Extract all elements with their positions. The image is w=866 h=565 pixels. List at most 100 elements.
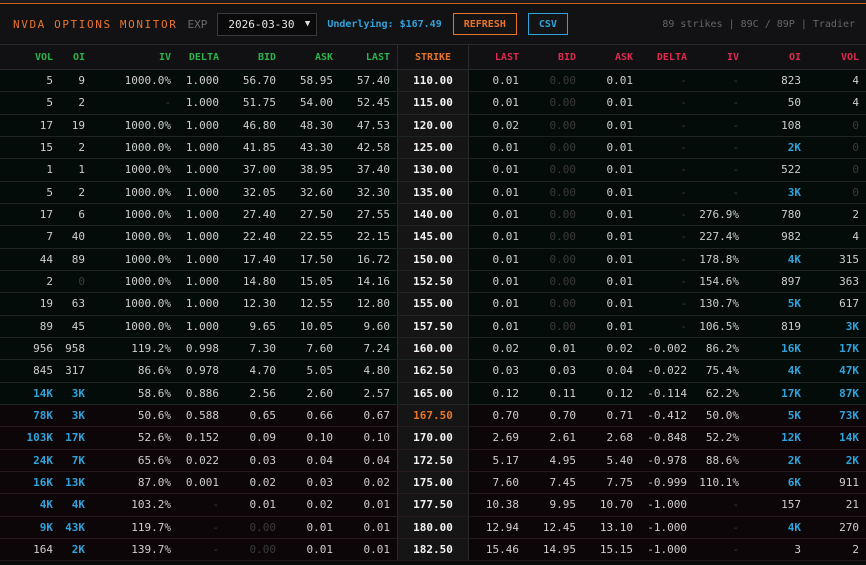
put-vol-cell: 363: [839, 275, 859, 289]
strike-cell: 125.00: [397, 136, 469, 159]
call-header-oi[interactable]: OI: [60, 45, 92, 69]
put-bid-cell: 0.00: [549, 319, 577, 333]
strike-cell: 120.00: [397, 114, 469, 136]
put-iv-cell: -: [732, 185, 739, 199]
table-row[interactable]: 845 317 86.6% 0.978 4.70 5.05 4.80 162.50 0.03 0.…: [0, 360, 866, 383]
table-row[interactable]: 1 1 1000.0% 1.000 37.00 38.95 37.40 130.00 0.01 0…: [0, 159, 866, 182]
put-header-delta[interactable]: DELTA: [640, 45, 694, 69]
options-chain-table: 5 9 1000.0% 1.000 56.70 58.95 57.40 110.00 0.01 0…: [0, 70, 866, 562]
call-ask-cell: 38.95: [299, 163, 333, 177]
table-row[interactable]: 103K 17K 52.6% 0.152 0.09 0.10 0.10 170.00 2.69 2…: [0, 427, 866, 450]
put-vol-cell: 0: [852, 118, 859, 132]
put-bid-cell: 14.95: [542, 543, 576, 557]
call-delta-cell: 0.886: [185, 386, 219, 400]
call-vol-cell: 19: [39, 297, 53, 311]
put-ask-cell: 0.12: [606, 386, 634, 400]
put-oi-cell: 780: [781, 208, 801, 222]
table-row[interactable]: 44 89 1000.0% 1.000 17.40 17.50 16.72 150.00 0.0…: [0, 248, 866, 271]
call-oi-cell: 9: [78, 74, 85, 88]
call-bid-cell: 2.56: [249, 386, 277, 400]
put-ask-cell: 5.40: [606, 453, 634, 467]
put-oi-cell: 50: [787, 96, 801, 110]
put-bid-cell: 7.45: [549, 476, 577, 490]
expiry-label: EXP: [187, 17, 208, 31]
call-iv-cell: 1000.0%: [124, 163, 171, 177]
call-ask-cell: 58.95: [299, 74, 333, 88]
put-bid-cell: 0.00: [549, 230, 577, 244]
table-row[interactable]: 4K 4K 103.2% - 0.01 0.02 0.01 177.50 10.38 9.95 10…: [0, 494, 866, 517]
csv-button[interactable]: CSV: [527, 13, 568, 35]
table-row[interactable]: 5 2-1.000 51.75 54.00 52.45 115.00 0.01 0.00 0.0…: [0, 92, 866, 115]
table-row[interactable]: 17 6 1000.0% 1.000 27.40 27.50 27.55 140.00 0.01…: [0, 203, 866, 227]
call-ask-cell: 0.02: [306, 498, 334, 512]
call-vol-cell: 2: [46, 275, 53, 289]
put-vol-cell: 14K: [839, 431, 859, 445]
call-vol-cell: 14K: [33, 386, 53, 400]
put-header-last[interactable]: LAST: [469, 45, 526, 69]
call-header-iv[interactable]: IV: [92, 45, 178, 69]
call-oi-cell: 17K: [65, 431, 85, 445]
table-row[interactable]: 24K 7K 65.6% 0.022 0.03 0.04 0.04 172.50 5.17 4.9…: [0, 449, 866, 472]
strike-cell: 155.00: [397, 293, 469, 315]
put-vol-cell: 0: [852, 163, 859, 177]
table-row[interactable]: 956 958 119.2% 0.998 7.30 7.60 7.24 160.00 0.02 0…: [0, 337, 866, 361]
put-header-ask[interactable]: ASK: [583, 45, 640, 69]
call-header-last[interactable]: LAST: [340, 45, 397, 69]
put-bid-cell: 2.61: [549, 431, 577, 445]
call-header-delta[interactable]: DELTA: [178, 45, 226, 69]
call-delta-cell: 1.000: [185, 208, 219, 222]
call-delta-cell: 1.000: [185, 141, 219, 155]
table-row[interactable]: 7 40 1000.0% 1.000 22.40 22.55 22.15 145.00 0.01…: [0, 226, 866, 249]
put-last-cell: 0.01: [492, 252, 520, 266]
put-bid-cell: 0.70: [549, 409, 577, 423]
call-bid-cell: 22.40: [242, 230, 276, 244]
call-header-vol[interactable]: VOL: [0, 45, 60, 69]
put-iv-cell: 106.5%: [699, 319, 739, 333]
strike-header[interactable]: STRIKE: [397, 45, 469, 69]
table-row[interactable]: 78K 3K 50.6% 0.588 0.65 0.66 0.67 167.50 0.70 0.7…: [0, 404, 866, 428]
refresh-button[interactable]: REFRESH: [452, 13, 517, 35]
call-delta-cell: -: [212, 498, 219, 512]
call-vol-cell: 164: [33, 543, 53, 557]
table-row[interactable]: 17 19 1000.0% 1.000 46.80 48.30 47.53 120.00 0.0…: [0, 114, 866, 137]
call-last-cell: 0.04: [363, 453, 391, 467]
put-iv-cell: 86.2%: [705, 342, 739, 356]
call-delta-cell: 1.000: [185, 118, 219, 132]
strike-cell: 172.50: [397, 449, 469, 471]
call-bid-cell: 0.03: [249, 453, 277, 467]
strike-cell: 157.50: [397, 315, 469, 337]
strike-cell: 130.00: [397, 159, 469, 181]
call-oi-cell: 317: [65, 364, 85, 378]
table-row[interactable]: 15 2 1000.0% 1.000 41.85 43.30 42.58 125.00 0.01…: [0, 136, 866, 160]
call-vol-cell: 17: [39, 118, 53, 132]
table-row[interactable]: 19 63 1000.0% 1.000 12.30 12.55 12.80 155.00 0.0…: [0, 293, 866, 316]
put-delta-cell: -0.848: [647, 431, 687, 445]
put-header-vol[interactable]: VOL: [808, 45, 866, 69]
put-header-bid[interactable]: BID: [526, 45, 583, 69]
call-ask-cell: 15.05: [299, 275, 333, 289]
call-iv-cell: 50.6%: [137, 409, 171, 423]
put-vol-cell: 2: [852, 208, 859, 222]
put-header-iv[interactable]: IV: [694, 45, 746, 69]
put-bid-cell: 12.45: [542, 520, 576, 534]
call-last-cell: 32.30: [356, 185, 390, 199]
table-row[interactable]: 2 0 1000.0% 1.000 14.80 15.05 14.16 152.50 0.01 0…: [0, 270, 866, 294]
table-row[interactable]: 9K 43K 119.7% - 0.00 0.01 0.01 180.00 12.94 12.45…: [0, 516, 866, 539]
table-row[interactable]: 14K 3K 58.6% 0.886 2.56 2.60 2.57 165.00 0.12 0.1…: [0, 382, 866, 405]
put-delta-cell: -0.002: [647, 342, 687, 356]
call-header-ask[interactable]: ASK: [283, 45, 340, 69]
expiry-select[interactable]: 2026-03-30 ▼: [217, 12, 318, 36]
put-header-oi[interactable]: OI: [746, 45, 808, 69]
put-vol-cell: 2: [852, 543, 859, 557]
call-vol-cell: 89: [39, 319, 53, 333]
call-header-bid[interactable]: BID: [226, 45, 283, 69]
call-ask-cell: 0.10: [306, 431, 334, 445]
table-row[interactable]: 16K 13K 87.0% 0.001 0.02 0.03 0.02 175.00 7.60 7.…: [0, 471, 866, 495]
table-row[interactable]: 164 2K 139.7% - 0.00 0.01 0.01 182.50 15.46 14.95…: [0, 538, 866, 562]
table-row[interactable]: 5 2 1000.0% 1.000 32.05 32.60 32.30 135.00 0.01 0…: [0, 181, 866, 204]
call-oi-cell: 89: [71, 252, 85, 266]
table-row[interactable]: 89 45 1000.0% 1.000 9.65 10.05 9.60 157.50 0.01 0…: [0, 315, 866, 338]
table-row[interactable]: 5 9 1000.0% 1.000 56.70 58.95 57.40 110.00 0.01 0…: [0, 70, 866, 93]
call-last-cell: 0.67: [363, 409, 391, 423]
call-iv-cell: 119.2%: [131, 342, 171, 356]
